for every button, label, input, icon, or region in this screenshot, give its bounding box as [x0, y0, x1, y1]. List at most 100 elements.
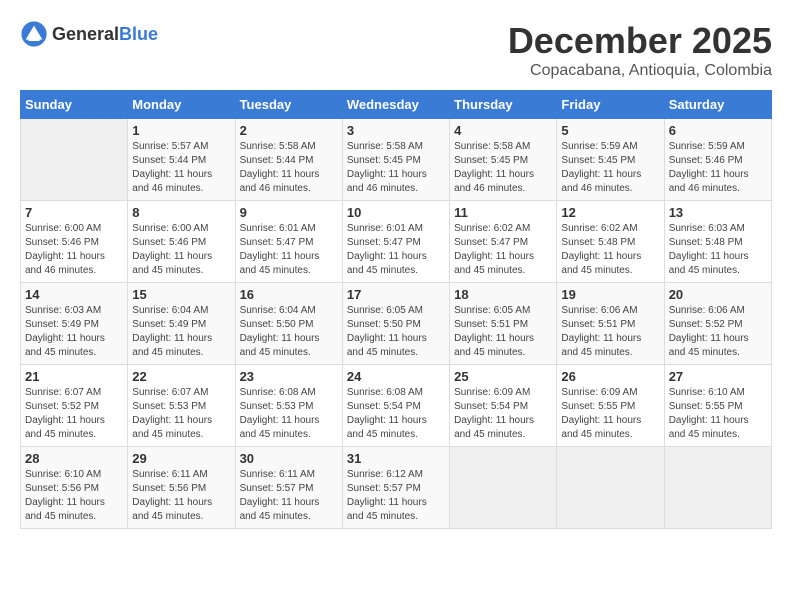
- day-info: Sunrise: 6:00 AM Sunset: 5:46 PM Dayligh…: [25, 222, 123, 278]
- day-number: 26: [561, 369, 659, 384]
- logo-text-blue: Blue: [119, 24, 158, 44]
- header: GeneralBlue December 2025 Copacabana, An…: [20, 20, 772, 80]
- day-number: 19: [561, 287, 659, 302]
- calendar-cell: 17 Sunrise: 6:05 AM Sunset: 5:50 PM Dayli…: [342, 283, 449, 365]
- calendar-table: SundayMondayTuesdayWednesdayThursdayFrid…: [20, 90, 772, 529]
- day-number: 23: [240, 369, 338, 384]
- calendar-cell: 4Sunrise: 5:58 AM Sunset: 5:45 PM Daylig…: [450, 119, 557, 201]
- location-subtitle: Copacabana, Antioquia, Colombia: [508, 62, 772, 80]
- day-info: Sunrise: 6:04 AM Sunset: 5:49 PM Dayligh…: [132, 304, 230, 360]
- day-info: Sunrise: 6:06 AM Sunset: 5:52 PM Dayligh…: [669, 304, 767, 360]
- calendar-cell: 30 Sunrise: 6:11 AM Sunset: 5:57 PM Dayli…: [235, 447, 342, 529]
- day-info: Sunrise: 6:05 AM Sunset: 5:50 PM Dayligh…: [347, 304, 445, 360]
- calendar-cell: [450, 447, 557, 529]
- calendar-cell: 27 Sunrise: 6:10 AM Sunset: 5:55 PM Dayli…: [664, 365, 771, 447]
- day-number: 30: [240, 451, 338, 466]
- day-number: 5: [561, 123, 659, 138]
- day-info: Sunrise: 6:02 AM Sunset: 5:47 PM Dayligh…: [454, 222, 552, 278]
- day-number: 17: [347, 287, 445, 302]
- day-info: Sunrise: 5:58 AM Sunset: 5:45 PM Dayligh…: [454, 140, 552, 196]
- weekday-header-tuesday: Tuesday: [235, 91, 342, 119]
- day-info: Sunrise: 5:58 AM Sunset: 5:45 PM Dayligh…: [347, 140, 445, 196]
- day-info: Sunrise: 6:01 AM Sunset: 5:47 PM Dayligh…: [347, 222, 445, 278]
- calendar-cell: 20 Sunrise: 6:06 AM Sunset: 5:52 PM Dayli…: [664, 283, 771, 365]
- day-number: 16: [240, 287, 338, 302]
- month-title: December 2025: [508, 20, 772, 62]
- weekday-header-friday: Friday: [557, 91, 664, 119]
- weekday-header-saturday: Saturday: [664, 91, 771, 119]
- day-number: 10: [347, 205, 445, 220]
- calendar-cell: 7 Sunrise: 6:00 AM Sunset: 5:46 PM Daylig…: [21, 201, 128, 283]
- day-number: 27: [669, 369, 767, 384]
- calendar-cell: 25 Sunrise: 6:09 AM Sunset: 5:54 PM Dayli…: [450, 365, 557, 447]
- title-area: December 2025 Copacabana, Antioquia, Col…: [508, 20, 772, 80]
- logo-icon: [20, 20, 48, 48]
- day-info: Sunrise: 5:59 AM Sunset: 5:46 PM Dayligh…: [669, 140, 767, 196]
- day-number: 31: [347, 451, 445, 466]
- calendar-cell: 1 Sunrise: 5:57 AM Sunset: 5:44 PM Daylig…: [128, 119, 235, 201]
- calendar-cell: 15 Sunrise: 6:04 AM Sunset: 5:49 PM Dayli…: [128, 283, 235, 365]
- day-number: 22: [132, 369, 230, 384]
- calendar-cell: 14 Sunrise: 6:03 AM Sunset: 5:49 PM Dayli…: [21, 283, 128, 365]
- calendar-body: 1 Sunrise: 5:57 AM Sunset: 5:44 PM Daylig…: [21, 119, 772, 529]
- calendar-cell: 31Sunrise: 6:12 AM Sunset: 5:57 PM Dayli…: [342, 447, 449, 529]
- calendar-week-row: 21 Sunrise: 6:07 AM Sunset: 5:52 PM Dayli…: [21, 365, 772, 447]
- day-number: 1: [132, 123, 230, 138]
- calendar-cell: 10 Sunrise: 6:01 AM Sunset: 5:47 PM Dayli…: [342, 201, 449, 283]
- day-number: 2: [240, 123, 338, 138]
- day-number: 7: [25, 205, 123, 220]
- calendar-cell: 24Sunrise: 6:08 AM Sunset: 5:54 PM Dayli…: [342, 365, 449, 447]
- day-info: Sunrise: 5:59 AM Sunset: 5:45 PM Dayligh…: [561, 140, 659, 196]
- calendar-cell: 12Sunrise: 6:02 AM Sunset: 5:48 PM Dayli…: [557, 201, 664, 283]
- calendar-cell: 19 Sunrise: 6:06 AM Sunset: 5:51 PM Dayli…: [557, 283, 664, 365]
- day-info: Sunrise: 6:08 AM Sunset: 5:54 PM Dayligh…: [347, 386, 445, 442]
- calendar-cell: [557, 447, 664, 529]
- weekday-header-sunday: Sunday: [21, 91, 128, 119]
- day-number: 25: [454, 369, 552, 384]
- day-info: Sunrise: 6:07 AM Sunset: 5:52 PM Dayligh…: [25, 386, 123, 442]
- calendar-cell: 16Sunrise: 6:04 AM Sunset: 5:50 PM Dayli…: [235, 283, 342, 365]
- calendar-cell: 21 Sunrise: 6:07 AM Sunset: 5:52 PM Dayli…: [21, 365, 128, 447]
- day-info: Sunrise: 6:10 AM Sunset: 5:56 PM Dayligh…: [25, 468, 123, 524]
- day-number: 8: [132, 205, 230, 220]
- day-info: Sunrise: 6:10 AM Sunset: 5:55 PM Dayligh…: [669, 386, 767, 442]
- day-number: 18: [454, 287, 552, 302]
- logo: GeneralBlue: [20, 20, 158, 48]
- calendar-week-row: 1 Sunrise: 5:57 AM Sunset: 5:44 PM Daylig…: [21, 119, 772, 201]
- day-number: 20: [669, 287, 767, 302]
- day-number: 29: [132, 451, 230, 466]
- day-number: 3: [347, 123, 445, 138]
- day-number: 21: [25, 369, 123, 384]
- day-info: Sunrise: 6:09 AM Sunset: 5:54 PM Dayligh…: [454, 386, 552, 442]
- day-info: Sunrise: 6:11 AM Sunset: 5:56 PM Dayligh…: [132, 468, 230, 524]
- calendar-cell: 3 Sunrise: 5:58 AM Sunset: 5:45 PM Daylig…: [342, 119, 449, 201]
- day-number: 14: [25, 287, 123, 302]
- calendar-cell: 2Sunrise: 5:58 AM Sunset: 5:44 PM Daylig…: [235, 119, 342, 201]
- calendar-week-row: 14 Sunrise: 6:03 AM Sunset: 5:49 PM Dayli…: [21, 283, 772, 365]
- day-info: Sunrise: 6:01 AM Sunset: 5:47 PM Dayligh…: [240, 222, 338, 278]
- calendar-cell: 11 Sunrise: 6:02 AM Sunset: 5:47 PM Dayli…: [450, 201, 557, 283]
- day-info: Sunrise: 6:08 AM Sunset: 5:53 PM Dayligh…: [240, 386, 338, 442]
- day-info: Sunrise: 6:09 AM Sunset: 5:55 PM Dayligh…: [561, 386, 659, 442]
- day-info: Sunrise: 6:06 AM Sunset: 5:51 PM Dayligh…: [561, 304, 659, 360]
- calendar-cell: 18Sunrise: 6:05 AM Sunset: 5:51 PM Dayli…: [450, 283, 557, 365]
- day-number: 15: [132, 287, 230, 302]
- calendar-cell: 5 Sunrise: 5:59 AM Sunset: 5:45 PM Daylig…: [557, 119, 664, 201]
- day-number: 11: [454, 205, 552, 220]
- day-info: Sunrise: 6:03 AM Sunset: 5:49 PM Dayligh…: [25, 304, 123, 360]
- day-number: 6: [669, 123, 767, 138]
- day-info: Sunrise: 6:03 AM Sunset: 5:48 PM Dayligh…: [669, 222, 767, 278]
- weekday-header-row: SundayMondayTuesdayWednesdayThursdayFrid…: [21, 91, 772, 119]
- calendar-cell: 8Sunrise: 6:00 AM Sunset: 5:46 PM Daylig…: [128, 201, 235, 283]
- logo-text-general: General: [52, 24, 119, 44]
- day-info: Sunrise: 5:57 AM Sunset: 5:44 PM Dayligh…: [132, 140, 230, 196]
- calendar-week-row: 28Sunrise: 6:10 AM Sunset: 5:56 PM Dayli…: [21, 447, 772, 529]
- day-number: 12: [561, 205, 659, 220]
- calendar-cell: 23 Sunrise: 6:08 AM Sunset: 5:53 PM Dayli…: [235, 365, 342, 447]
- calendar-cell: [664, 447, 771, 529]
- calendar-cell: 26 Sunrise: 6:09 AM Sunset: 5:55 PM Dayli…: [557, 365, 664, 447]
- weekday-header-wednesday: Wednesday: [342, 91, 449, 119]
- day-info: Sunrise: 6:07 AM Sunset: 5:53 PM Dayligh…: [132, 386, 230, 442]
- calendar-cell: 9Sunrise: 6:01 AM Sunset: 5:47 PM Daylig…: [235, 201, 342, 283]
- day-info: Sunrise: 6:11 AM Sunset: 5:57 PM Dayligh…: [240, 468, 338, 524]
